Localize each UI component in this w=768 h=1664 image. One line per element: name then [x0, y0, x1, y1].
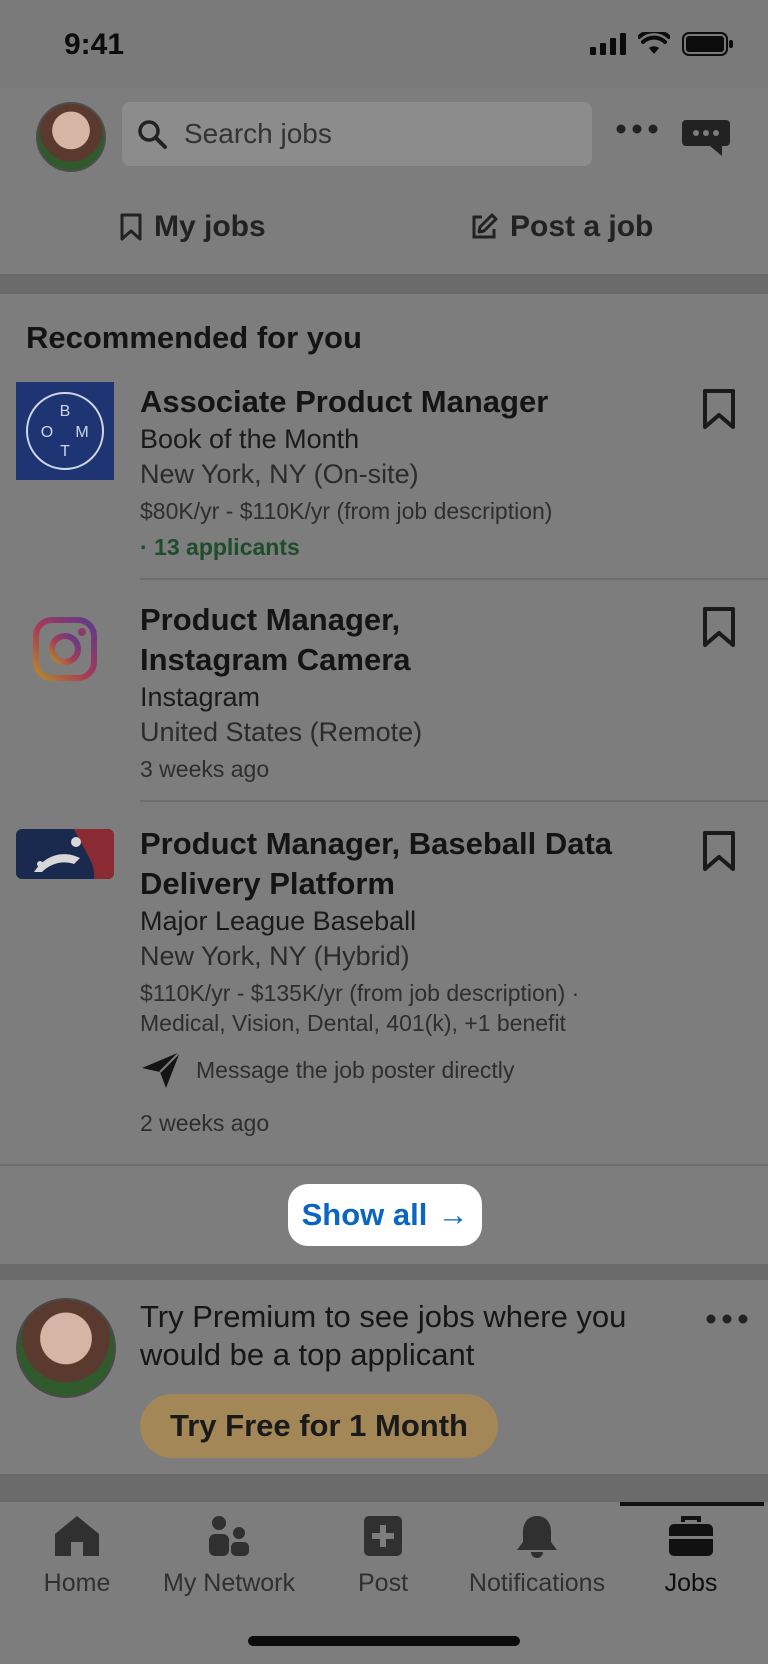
status-time: 9:41 [64, 28, 125, 61]
divider [140, 800, 768, 802]
job-card[interactable]: B O M T Associate Product Manager Book o… [0, 382, 768, 582]
status-icons [590, 32, 734, 56]
briefcase-icon [669, 1516, 713, 1556]
more-options-icon[interactable] [706, 1314, 748, 1324]
job-company: Major League Baseball [140, 906, 417, 936]
job-details: Product Manager, Baseball Data Delivery … [140, 824, 680, 1138]
home-indicator [248, 1636, 520, 1646]
logo-letter-b: B [60, 403, 71, 420]
tab-jobs[interactable]: Jobs [616, 1514, 766, 1598]
job-title: Associate Product Manager [140, 384, 549, 419]
plus-square-icon [364, 1516, 402, 1556]
search-input[interactable] [182, 117, 566, 151]
avatar [16, 1298, 116, 1398]
section-title: Recommended for you [26, 320, 362, 355]
job-card[interactable]: Product Manager, Baseball Data Delivery … [0, 824, 768, 1154]
arrow-right-icon: → [437, 1197, 469, 1232]
divider [140, 578, 768, 580]
logo-letter-m: M [75, 424, 88, 441]
bookmark-icon [120, 213, 142, 241]
tab-label: Jobs [664, 1569, 718, 1597]
my-jobs-button[interactable]: My jobs [120, 196, 266, 258]
job-title-line1: Product Manager, [140, 602, 401, 637]
job-title-line1: Product Manager, Baseball Data [140, 826, 613, 861]
signal-icon [590, 33, 626, 55]
job-details: Product Manager, Instagram Camera Instag… [140, 600, 680, 784]
job-applicants: · 13 applicants [140, 534, 300, 560]
my-jobs-label: My jobs [154, 210, 266, 243]
message-poster-row: Message the job poster directly [140, 1050, 680, 1090]
tab-my-network[interactable]: My Network [154, 1514, 304, 1598]
mlb-logo [16, 824, 114, 884]
job-location: New York, NY (Hybrid) [140, 941, 410, 971]
job-posted: 2 weeks ago [140, 1110, 270, 1136]
instagram-logo [16, 600, 114, 698]
post-job-button[interactable]: Post a job [470, 196, 653, 258]
tab-notifications[interactable]: Notifications [462, 1514, 612, 1598]
more-options-icon[interactable] [616, 124, 658, 134]
job-benefits: Medical, Vision, Dental, 401(k), +1 bene… [140, 1010, 566, 1036]
try-premium-button[interactable]: Try Free for 1 Month [140, 1394, 498, 1458]
save-job-bookmark-icon[interactable] [702, 830, 736, 872]
logo-letter-t: T [60, 443, 70, 460]
job-salary: $80K/yr - $110K/yr (from job description… [140, 498, 553, 524]
job-details: Associate Product Manager Book of the Mo… [140, 382, 680, 562]
job-company: Instagram [140, 682, 261, 712]
job-location: New York, NY (On-site) [140, 459, 419, 489]
search-box[interactable] [122, 102, 592, 166]
save-job-bookmark-icon[interactable] [702, 388, 736, 430]
tab-label: Post [357, 1569, 409, 1597]
job-posted: 3 weeks ago [140, 756, 270, 782]
recommended-section: Recommended for you B O M T Associate Pr… [0, 294, 768, 1264]
job-salary: $110K/yr - $135K/yr (from job descriptio… [140, 980, 580, 1006]
tab-label: Home [43, 1569, 111, 1597]
job-title-line2: Instagram Camera [140, 642, 411, 677]
section-divider [0, 1474, 768, 1500]
search-icon [138, 120, 167, 149]
save-job-bookmark-icon[interactable] [702, 606, 736, 648]
premium-text: Try Premium to see jobs where you would … [140, 1299, 627, 1372]
message-poster-text: Message the job poster directly [196, 1056, 515, 1083]
section-divider [0, 1264, 768, 1280]
job-title-line2: Delivery Platform [140, 866, 395, 901]
job-company: Book of the Month [140, 424, 360, 454]
home-icon [55, 1516, 99, 1556]
divider [0, 1164, 768, 1166]
show-all-label: Show all [301, 1197, 428, 1232]
messaging-icon[interactable] [682, 116, 730, 156]
show-all-button[interactable]: Show all → [288, 1184, 482, 1246]
premium-upsell-card: Try Premium to see jobs where you would … [0, 1280, 768, 1474]
edit-icon [472, 213, 498, 239]
wifi-icon [638, 32, 670, 54]
post-job-label: Post a job [510, 210, 654, 243]
bell-icon [517, 1516, 557, 1558]
battery-icon [682, 32, 733, 56]
tab-post[interactable]: Post [308, 1514, 458, 1598]
job-card[interactable]: Product Manager, Instagram Camera Instag… [0, 600, 768, 810]
send-icon [142, 1051, 181, 1088]
tab-label: Notifications [468, 1569, 606, 1597]
section-divider [0, 274, 768, 294]
screen: 9:41 Search jobs My jobs Post a job Reco… [0, 0, 768, 1664]
job-location: United States (Remote) [140, 717, 423, 747]
jobs-header: My jobs Post a job [0, 88, 768, 274]
logo-letter-o: O [41, 424, 53, 441]
active-tab-indicator [620, 1502, 764, 1506]
network-icon [209, 1516, 249, 1556]
tab-label: My Network [163, 1569, 295, 1597]
book-of-the-month-logo: B O M T [16, 382, 114, 480]
tab-home[interactable]: Home [2, 1514, 152, 1598]
header-actions: My jobs Post a job [0, 196, 768, 258]
profile-avatar[interactable] [36, 102, 106, 172]
